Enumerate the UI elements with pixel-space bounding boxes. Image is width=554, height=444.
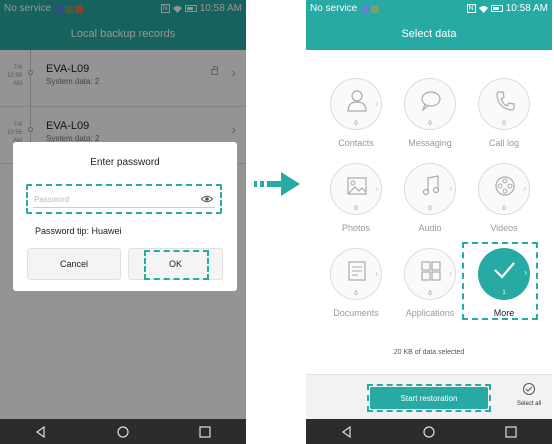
recents-icon[interactable] — [198, 425, 212, 439]
chevron-right-icon: › — [449, 269, 452, 278]
chevron-right-icon: › — [524, 268, 527, 277]
item-circle: › 0 — [404, 163, 456, 215]
data-item-messaging[interactable]: 0 Messaging — [394, 78, 466, 166]
data-item-call-log[interactable]: 0 Call log — [468, 78, 540, 166]
arrow-right-icon — [254, 172, 300, 196]
item-count: 0 — [502, 121, 506, 127]
select-all-button[interactable]: Select all — [512, 383, 546, 407]
home-icon[interactable] — [116, 425, 130, 439]
show-password-eye-icon[interactable] — [201, 193, 213, 205]
data-item-videos[interactable]: › 0 Videos — [468, 163, 540, 251]
data-item-more[interactable]: › 1 More — [468, 248, 540, 336]
item-label: Documents — [333, 308, 379, 318]
audio-icon — [422, 175, 440, 196]
ok-button[interactable]: OK — [128, 248, 223, 280]
chevron-right-icon: › — [375, 99, 378, 108]
videos-icon — [495, 176, 515, 196]
messaging-icon — [421, 91, 441, 112]
item-label: Contacts — [338, 138, 374, 148]
service-status: No service — [310, 3, 358, 14]
wifi-icon — [478, 5, 488, 13]
data-item-photos[interactable]: › 0 Photos — [320, 163, 392, 251]
chevron-right-icon: › — [449, 184, 452, 193]
navigation-bar — [306, 419, 552, 444]
item-circle: › 0 — [330, 248, 382, 300]
item-count: 0 — [428, 121, 432, 127]
dialog-title: Enter password — [90, 157, 160, 168]
nfc-icon: N — [466, 4, 476, 13]
selection-summary: 20 KB of data selected — [393, 349, 465, 356]
item-count: 0 — [428, 206, 432, 212]
page-title: Select data — [306, 17, 552, 50]
item-circle-selected: › 1 — [478, 248, 530, 300]
password-input[interactable] — [34, 192, 184, 206]
home-icon[interactable] — [422, 425, 436, 439]
item-label: Photos — [341, 223, 371, 233]
recents-icon[interactable] — [504, 425, 518, 439]
cancel-button[interactable]: Cancel — [27, 248, 121, 280]
item-label: Messaging — [408, 138, 452, 148]
item-count: 0 — [428, 291, 432, 297]
input-underline — [33, 207, 215, 208]
item-count: 1 — [502, 290, 506, 296]
item-count: 0 — [354, 121, 358, 127]
item-label: Applications — [405, 308, 455, 318]
select-data-screen: No service N 10:58 AM Select data › 0 Co… — [306, 0, 552, 444]
notification-icons — [361, 4, 380, 13]
item-label: More — [493, 308, 515, 318]
navigation-bar — [0, 419, 246, 444]
item-count: 0 — [502, 206, 506, 212]
item-circle: › 0 — [404, 248, 456, 300]
photos-icon — [347, 177, 367, 195]
password-field-highlight — [26, 184, 222, 214]
back-icon[interactable] — [34, 425, 48, 439]
password-tip: Password tip: Huawei — [35, 226, 122, 236]
item-circle: › 0 — [330, 163, 382, 215]
applications-icon — [421, 261, 441, 281]
back-icon[interactable] — [340, 425, 354, 439]
item-label: Audio — [418, 223, 442, 233]
data-item-contacts[interactable]: › 0 Contacts — [320, 78, 392, 166]
contacts-icon — [347, 90, 367, 112]
chevron-right-icon: › — [375, 269, 378, 278]
data-item-audio[interactable]: › 0 Audio — [394, 163, 466, 251]
status-bar: No service N 10:58 AM — [306, 0, 552, 17]
select-all-check-icon — [523, 383, 535, 395]
chevron-right-icon: › — [523, 184, 526, 193]
notification-icon — [361, 4, 370, 13]
item-label: Call log — [488, 138, 519, 148]
password-dialog: Enter password Password tip: Huawei Canc… — [13, 142, 237, 291]
select-all-label: Select all — [516, 401, 542, 407]
call-log-icon — [496, 91, 515, 111]
notification-icon — [371, 4, 380, 13]
battery-icon — [490, 5, 503, 12]
data-item-applications[interactable]: › 0 Applications — [394, 248, 466, 336]
backup-records-screen: No service N 10:58 AM Local backup recor… — [0, 0, 246, 444]
item-count: 0 — [354, 291, 358, 297]
item-label: Videos — [490, 223, 518, 233]
item-circle: 0 — [478, 78, 530, 130]
check-icon — [494, 262, 515, 279]
item-circle: › 0 — [478, 163, 530, 215]
documents-icon — [348, 261, 366, 281]
item-circle: 0 — [404, 78, 456, 130]
start-restoration-button[interactable]: Start restoration — [370, 387, 488, 409]
bottom-action-bar: Start restoration Select all — [306, 374, 552, 419]
item-count: 0 — [354, 206, 358, 212]
chevron-right-icon: › — [375, 184, 378, 193]
item-circle: › 0 — [330, 78, 382, 130]
data-item-documents[interactable]: › 0 Documents — [320, 248, 392, 336]
clock: 10:58 AM — [505, 3, 548, 14]
